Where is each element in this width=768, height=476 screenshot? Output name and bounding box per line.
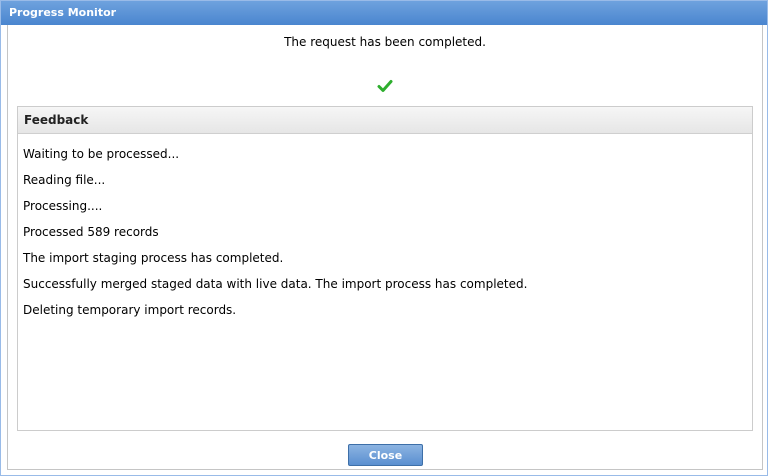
close-button[interactable]: Close <box>348 444 423 466</box>
feedback-title: Feedback <box>24 113 89 127</box>
checkmark-icon <box>377 80 393 92</box>
feedback-panel: Feedback Waiting to be processed... Read… <box>17 106 753 431</box>
feedback-line: Reading file... <box>23 173 106 187</box>
feedback-line: Deleting temporary import records. <box>23 303 237 317</box>
dialog-title: Progress Monitor <box>9 6 117 19</box>
feedback-header: Feedback <box>18 107 752 134</box>
feedback-line: Processing.... <box>23 199 103 213</box>
dialog-titlebar[interactable]: Progress Monitor <box>1 1 767 25</box>
feedback-line: Successfully merged staged data with liv… <box>23 277 528 291</box>
feedback-line: The import staging process has completed… <box>23 251 284 265</box>
feedback-line: Processed 589 records <box>23 225 159 239</box>
progress-monitor-dialog: Progress Monitor The request has been co… <box>0 0 768 476</box>
feedback-line: Waiting to be processed... <box>23 147 180 161</box>
status-message: The request has been completed. <box>284 35 486 49</box>
dialog-body: The request has been completed. Feedback… <box>7 25 763 470</box>
feedback-log: Waiting to be processed... Reading file.… <box>23 147 743 329</box>
